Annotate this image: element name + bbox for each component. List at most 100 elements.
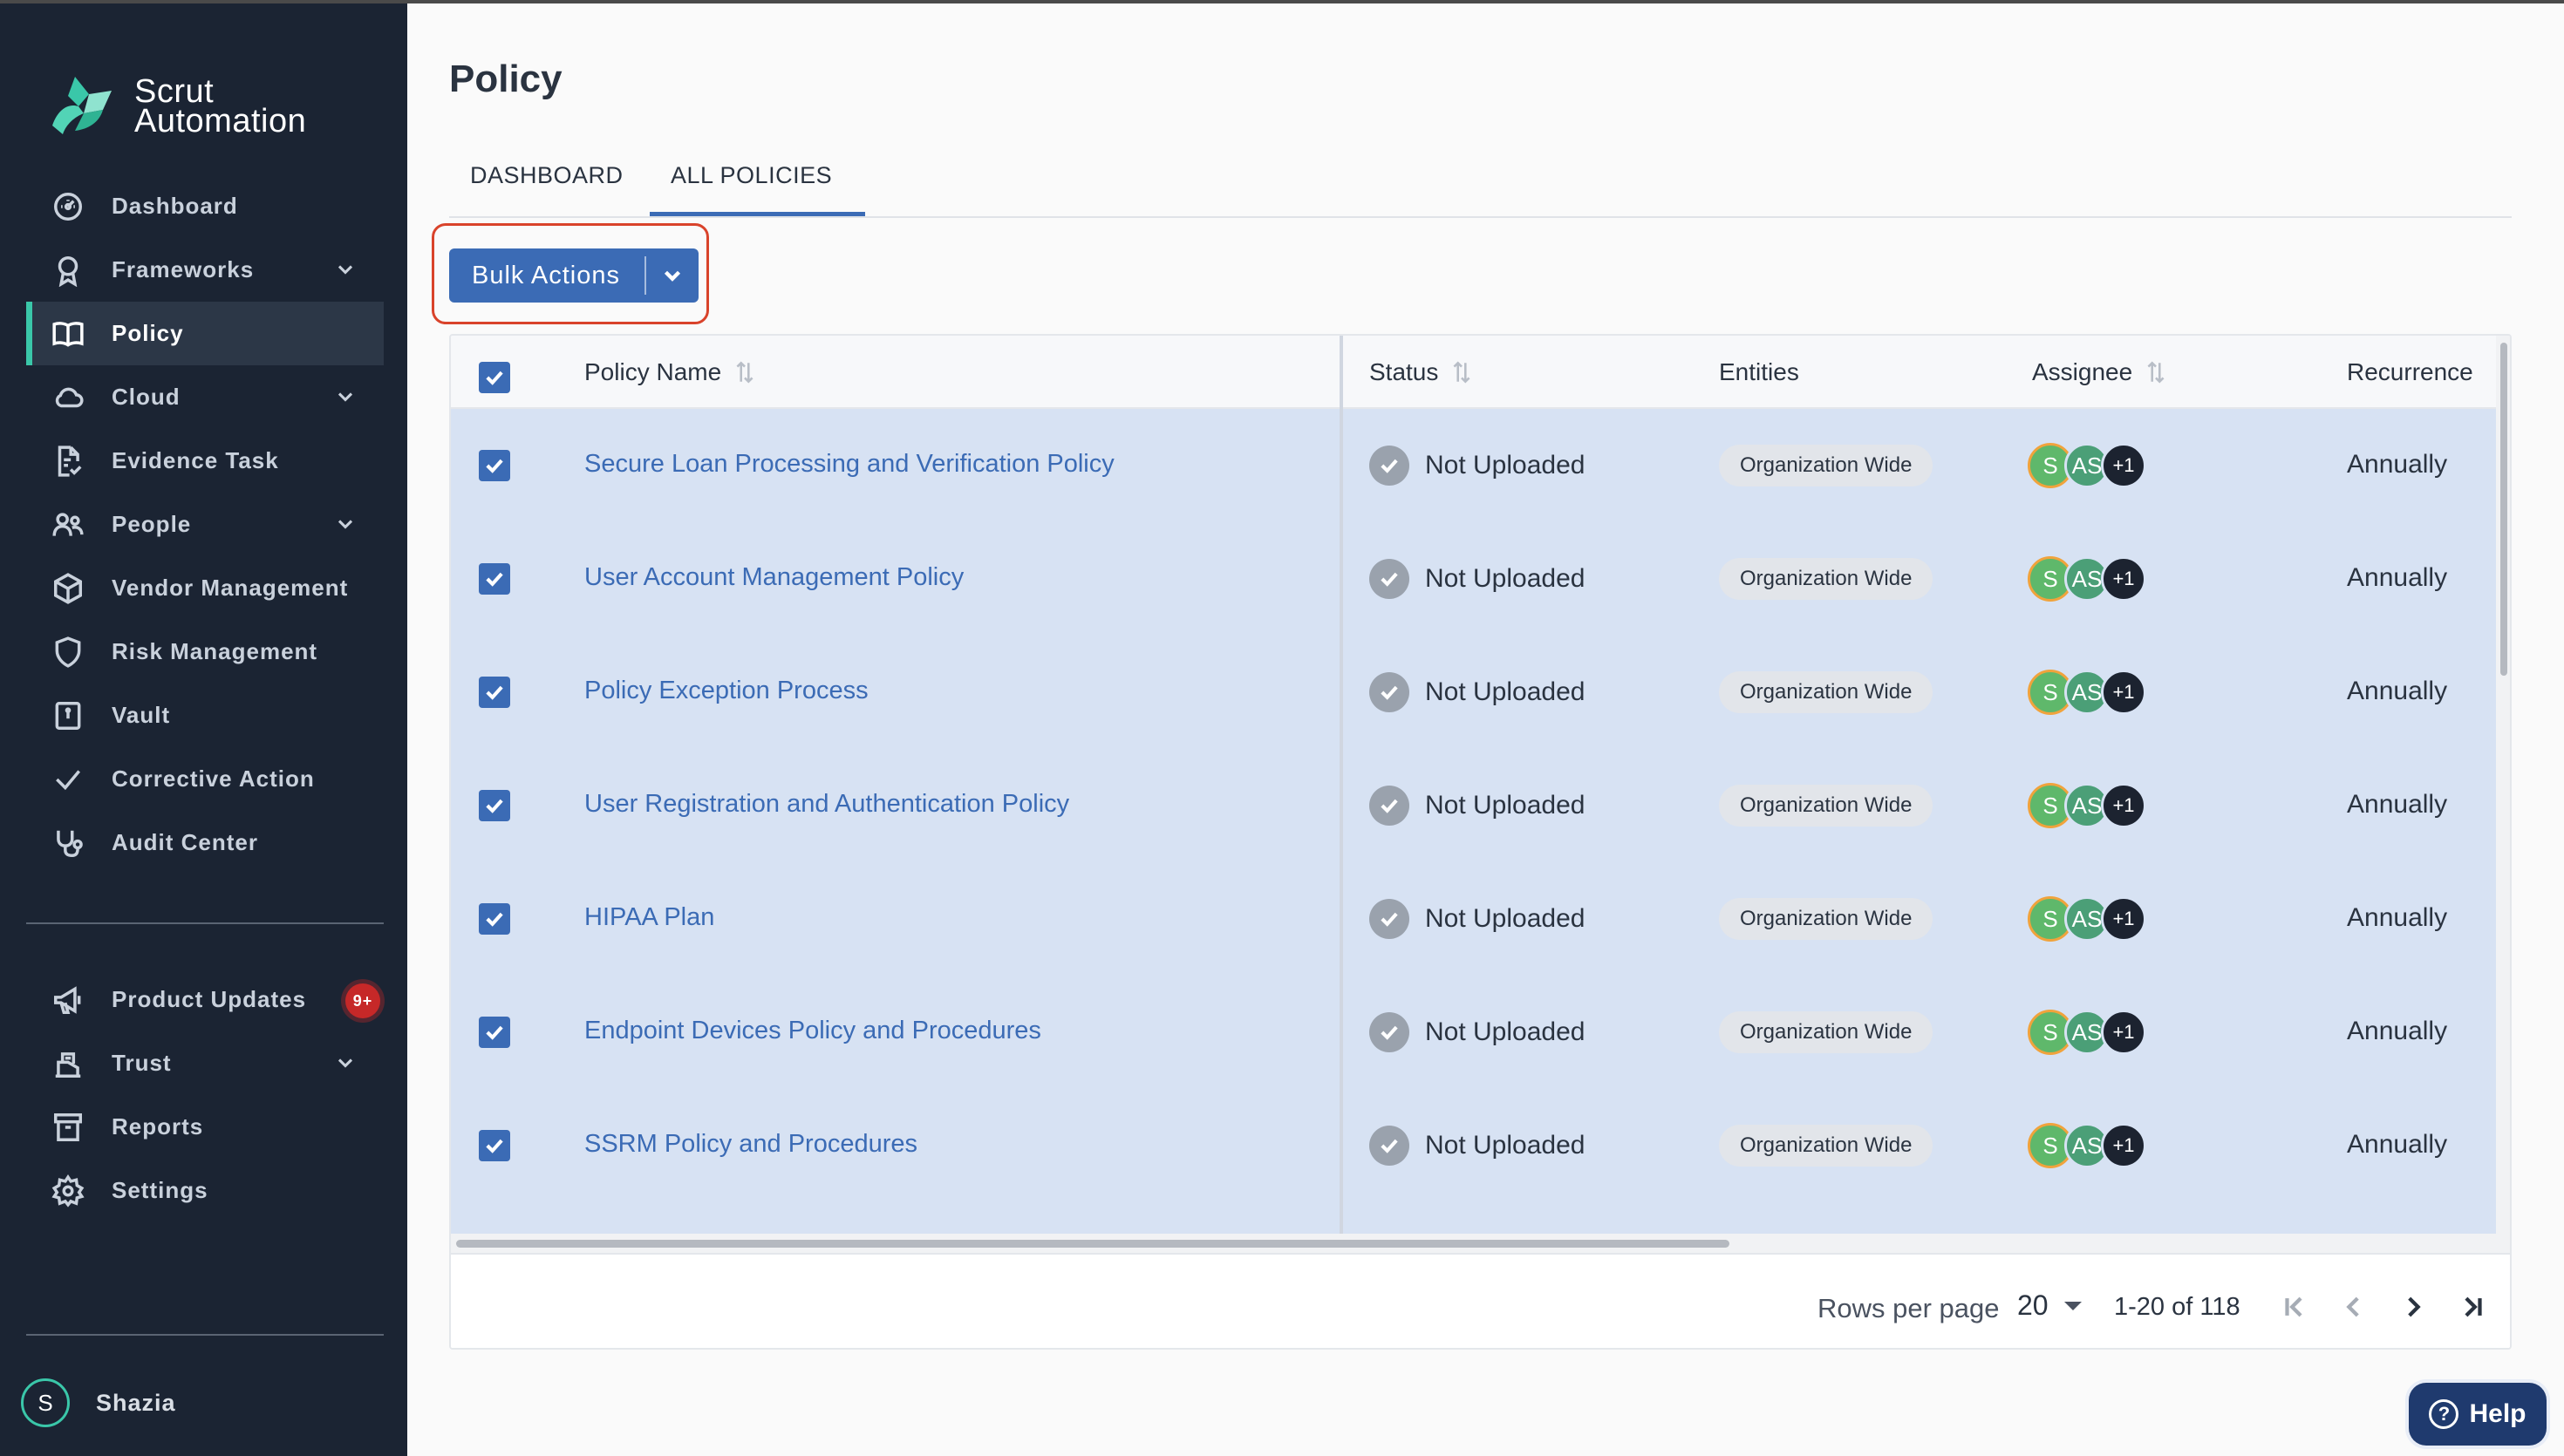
sidebar-item-reports[interactable]: Reports — [26, 1095, 384, 1159]
check-icon — [51, 762, 85, 797]
sidebar-item-dashboard[interactable]: Dashboard — [26, 174, 384, 238]
more-assignees-badge[interactable]: +1 — [2101, 443, 2146, 488]
sidebar-item-people[interactable]: People — [26, 493, 384, 556]
more-assignees-badge[interactable]: +1 — [2101, 1010, 2146, 1055]
more-assignees-badge[interactable]: +1 — [2101, 556, 2146, 602]
sidebar-item-label: Audit Center — [112, 829, 258, 855]
select-all-checkbox[interactable] — [479, 362, 510, 393]
sidebar-secondary-nav: Product Updates 9+ Trust Reports Setting… — [26, 968, 384, 1222]
pagination: Rows per page 20 1-20 of 118 — [451, 1253, 2510, 1348]
user-profile[interactable]: S Shazia — [21, 1378, 176, 1427]
policy-name-link[interactable]: Endpoint Devices Policy and Procedures — [584, 1017, 1041, 1045]
sidebar-item-settings[interactable]: Settings — [26, 1159, 384, 1222]
more-assignees-badge[interactable]: +1 — [2101, 896, 2146, 942]
policy-name-link[interactable]: HIPAA Plan — [584, 903, 714, 932]
status-text: Not Uploaded — [1425, 451, 1585, 480]
help-button[interactable]: ? Help — [2409, 1383, 2547, 1446]
assignee-avatars[interactable]: S AS +1 — [2028, 896, 2146, 942]
scrollbar-thumb[interactable] — [2500, 343, 2507, 676]
row-checkbox[interactable] — [479, 677, 510, 708]
chevron-down-icon[interactable] — [333, 257, 358, 282]
table-row[interactable]: User Registration and Authentication Pol… — [451, 749, 2496, 862]
policy-name-link[interactable]: Secure Loan Processing and Verification … — [584, 450, 1115, 479]
chevron-down-icon[interactable] — [333, 512, 358, 536]
status-check-icon — [1369, 559, 1409, 599]
rows-per-page-select[interactable]: 20 — [2017, 1289, 2082, 1322]
policy-name-link[interactable]: User Account Management Policy — [584, 563, 964, 592]
status-text: Not Uploaded — [1425, 564, 1585, 593]
sort-icon[interactable] — [1450, 359, 1473, 385]
logo[interactable]: Scrut Automation — [49, 71, 306, 141]
column-label: Policy Name — [584, 358, 722, 385]
sidebar-item-product-updates[interactable]: Product Updates 9+ — [26, 968, 384, 1031]
sidebar-item-vendor-management[interactable]: Vendor Management — [26, 556, 384, 620]
sidebar-item-trust[interactable]: Trust — [26, 1031, 384, 1095]
more-assignees-badge[interactable]: +1 — [2101, 783, 2146, 828]
table-row[interactable]: Policy Exception Process Not Uploaded Orga… — [451, 636, 2496, 749]
chevron-down-icon[interactable] — [646, 262, 699, 289]
status-cell: Not Uploaded — [1369, 559, 1585, 599]
sidebar-item-evidence-task[interactable]: Evidence Task — [26, 429, 384, 493]
policy-name-link[interactable]: Policy Exception Process — [584, 677, 869, 705]
vertical-scrollbar[interactable] — [2496, 336, 2510, 1234]
column-header-status[interactable]: Status — [1369, 358, 1473, 386]
table-row[interactable]: SSRM Policy and Procedures Not Uploaded Or… — [451, 1089, 2496, 1202]
sidebar-item-corrective-action[interactable]: Corrective Action — [26, 747, 384, 811]
status-check-icon — [1369, 1012, 1409, 1052]
status-cell: Not Uploaded — [1369, 899, 1585, 939]
table-row[interactable]: Secure Loan Processing and Verification … — [451, 409, 2496, 522]
sidebar-item-frameworks[interactable]: Frameworks — [26, 238, 384, 302]
sort-icon[interactable] — [733, 359, 756, 385]
next-page-button[interactable] — [2396, 1289, 2431, 1324]
row-checkbox[interactable] — [479, 1130, 510, 1161]
sort-icon[interactable] — [2145, 359, 2167, 385]
column-header-assignee[interactable]: Assignee — [2032, 358, 2167, 386]
sidebar-item-label: Risk Management — [112, 638, 318, 664]
previous-page-button[interactable] — [2336, 1289, 2371, 1324]
assignee-avatars[interactable]: S AS +1 — [2028, 783, 2146, 828]
assignee-avatars[interactable]: S AS +1 — [2028, 556, 2146, 602]
policy-name-link[interactable]: User Registration and Authentication Pol… — [584, 790, 1069, 819]
rows-per-page-label: Rows per page — [1817, 1293, 2000, 1323]
assignee-avatars[interactable]: S AS +1 — [2028, 1123, 2146, 1168]
status-cell: Not Uploaded — [1369, 1012, 1585, 1052]
more-assignees-badge[interactable]: +1 — [2101, 670, 2146, 715]
first-page-button[interactable] — [2277, 1289, 2312, 1324]
sidebar-item-vault[interactable]: Vault — [26, 684, 384, 747]
sidebar-item-cloud[interactable]: Cloud — [26, 365, 384, 429]
status-cell: Not Uploaded — [1369, 446, 1585, 486]
recurrence-text: Annually — [2347, 790, 2448, 819]
sidebar: Scrut Automation Dashboard Frameworks Po… — [0, 3, 407, 1456]
horizontal-scrollbar[interactable] — [451, 1234, 2510, 1253]
column-header-policy-name[interactable]: Policy Name — [584, 358, 756, 386]
entity-chip: Organization Wide — [1719, 898, 1933, 940]
sidebar-item-audit-center[interactable]: Audit Center — [26, 811, 384, 874]
assignee-avatars[interactable]: S AS +1 — [2028, 1010, 2146, 1055]
table-row[interactable]: User Account Management Policy Not Upload… — [451, 522, 2496, 636]
tab-dashboard[interactable]: DASHBOARD — [470, 162, 624, 189]
assignee-avatars[interactable]: S AS +1 — [2028, 443, 2146, 488]
more-assignees-badge[interactable]: +1 — [2101, 1123, 2146, 1168]
row-checkbox[interactable] — [479, 563, 510, 595]
policy-name-link[interactable]: SSRM Policy and Procedures — [584, 1130, 917, 1159]
sidebar-item-risk-management[interactable]: Risk Management — [26, 620, 384, 684]
sidebar-item-policy[interactable]: Policy — [26, 302, 384, 365]
table-row[interactable]: HIPAA Plan Not Uploaded Organization Wide S… — [451, 862, 2496, 976]
assignee-avatars[interactable]: S AS +1 — [2028, 670, 2146, 715]
chevron-down-icon[interactable] — [333, 1051, 358, 1075]
last-page-button[interactable] — [2455, 1289, 2490, 1324]
table-row[interactable]: Endpoint Devices Policy and Procedures No… — [451, 976, 2496, 1089]
tab-all-policies[interactable]: ALL POLICIES — [671, 162, 832, 189]
recurrence-text: Annually — [2347, 677, 2448, 705]
chevron-down-icon[interactable] — [333, 384, 358, 409]
row-checkbox[interactable] — [479, 450, 510, 481]
scrollbar-thumb[interactable] — [456, 1240, 1729, 1248]
bulk-actions-button[interactable]: Bulk Actions — [449, 248, 699, 303]
entity-chip: Organization Wide — [1719, 1011, 1933, 1053]
column-divider[interactable] — [1340, 336, 1343, 1234]
row-checkbox[interactable] — [479, 903, 510, 935]
row-checkbox[interactable] — [479, 790, 510, 821]
rows-per-page-value: 20 — [2017, 1289, 2049, 1321]
row-checkbox[interactable] — [479, 1017, 510, 1048]
sidebar-item-label: Settings — [112, 1177, 208, 1203]
